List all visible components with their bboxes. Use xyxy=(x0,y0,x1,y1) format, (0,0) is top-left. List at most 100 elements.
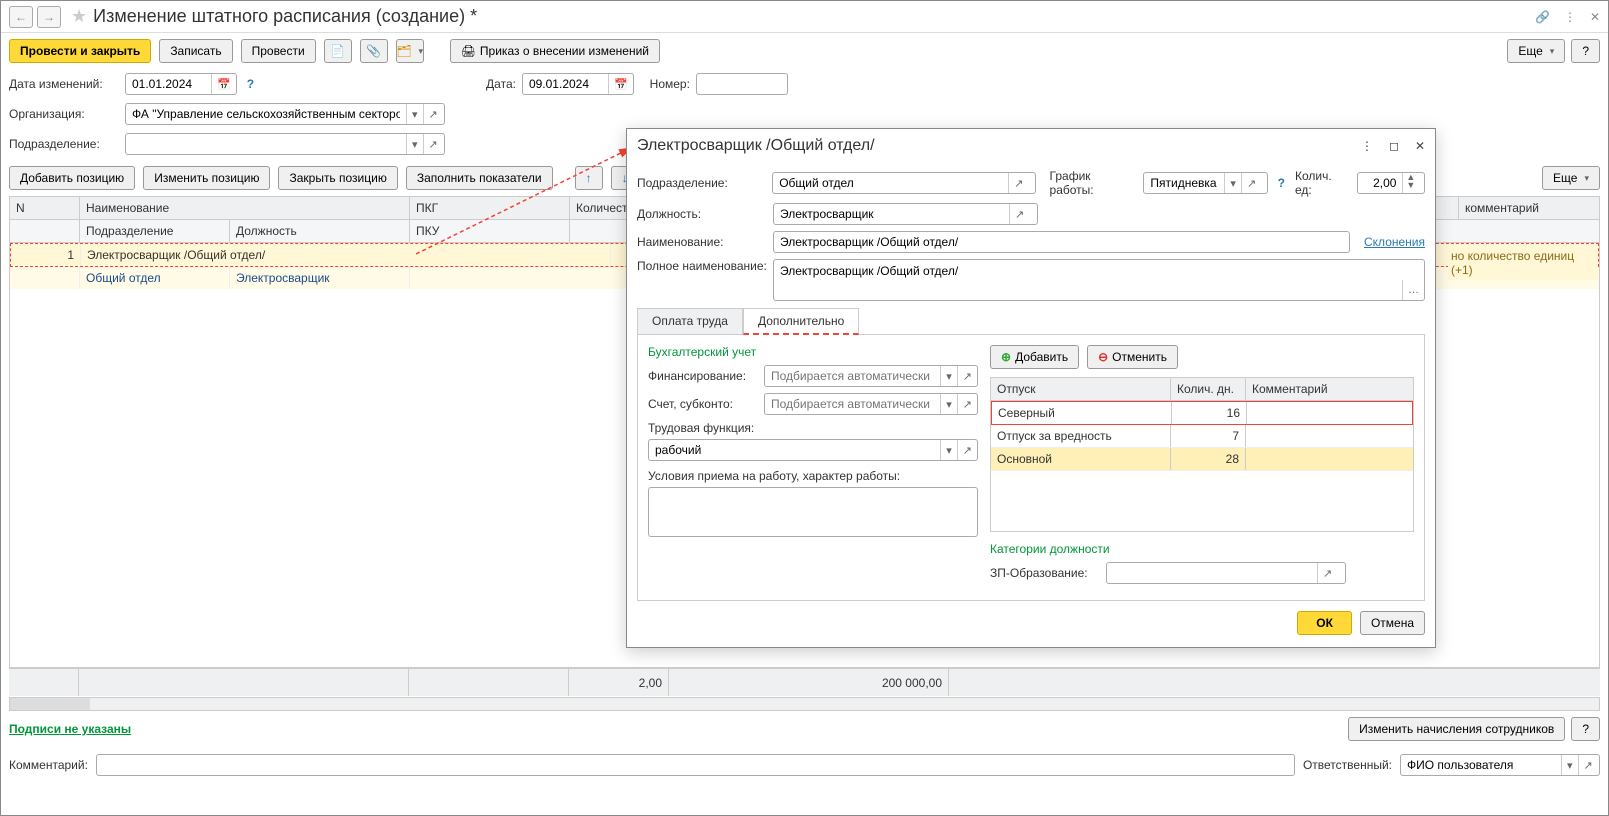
sub-position: Должность xyxy=(230,220,410,242)
open-icon[interactable]: ↗ xyxy=(423,134,443,154)
vac-add-button[interactable]: ⊕ Добавить xyxy=(990,345,1079,369)
maximize-icon[interactable]: ◻ xyxy=(1389,139,1399,153)
labor-func-input[interactable] xyxy=(649,441,940,459)
print-order-label: Приказ о внесении изменений xyxy=(480,44,649,58)
conditions-textarea[interactable] xyxy=(648,487,978,537)
help-button-bottom[interactable]: ? xyxy=(1571,717,1600,741)
date-input[interactable] xyxy=(523,75,608,93)
kebab-menu-icon[interactable]: ⋮ xyxy=(1564,10,1576,24)
date-changes-input[interactable] xyxy=(126,75,211,93)
kebab-icon[interactable]: ⋮ xyxy=(1361,139,1373,153)
col-comment: комментарий xyxy=(1459,197,1599,219)
org-input-wrap[interactable]: ▾ ↗ xyxy=(125,103,445,125)
dropdown-icon[interactable]: ▾ xyxy=(1561,755,1578,775)
finance-input[interactable] xyxy=(765,367,940,385)
move-up-button[interactable]: ↑ xyxy=(575,166,603,190)
zp-edu-label: ЗП-Образование: xyxy=(990,566,1100,580)
signatures-link[interactable]: Подписи не указаны xyxy=(9,722,131,736)
subdiv-input-wrap[interactable]: ▾ ↗ xyxy=(125,133,445,155)
add-position-button[interactable]: Добавить позицию xyxy=(9,166,135,190)
favorite-star-icon[interactable]: ★ xyxy=(71,6,87,27)
more-grid-label: Еще xyxy=(1553,171,1577,185)
dropdown-icon[interactable]: ▾ xyxy=(406,104,423,124)
table-row[interactable]: Северный 16 xyxy=(991,401,1413,425)
tab-extra[interactable]: Дополнительно xyxy=(743,308,859,335)
m-name-input[interactable] xyxy=(774,233,1349,251)
table-row[interactable]: Отпуск за вредность 7 xyxy=(991,425,1413,448)
help-icon[interactable]: ? xyxy=(1278,176,1285,190)
open-icon[interactable]: ↗ xyxy=(1009,204,1029,224)
more-button[interactable]: Еще ▾ xyxy=(1507,39,1565,63)
calendar-icon[interactable]: 📅 xyxy=(608,74,633,94)
cancel-button[interactable]: Отмена xyxy=(1360,611,1425,635)
m-fullname-input[interactable] xyxy=(774,260,1402,280)
subdiv-input[interactable] xyxy=(126,135,406,153)
declension-link[interactable]: Склонения xyxy=(1364,235,1425,249)
date-input-wrap[interactable]: 📅 xyxy=(522,73,634,95)
fill-indicators-button[interactable]: Заполнить показатели xyxy=(406,166,553,190)
ok-button[interactable]: ОК xyxy=(1297,611,1352,635)
ellipsis-icon[interactable]: … xyxy=(1402,280,1424,300)
open-icon[interactable]: ↗ xyxy=(1241,173,1261,193)
dropdown-icon[interactable]: ▾ xyxy=(1224,173,1241,193)
nav-back-button[interactable]: ← xyxy=(9,6,33,28)
post-and-close-button[interactable]: Провести и закрыть xyxy=(9,39,151,63)
more-label: Еще xyxy=(1518,44,1542,58)
open-icon[interactable]: ↗ xyxy=(423,104,443,124)
zp-edu-input[interactable] xyxy=(1107,564,1317,582)
table-row[interactable]: Основной 28 xyxy=(991,448,1413,471)
col-n: N xyxy=(10,197,80,219)
close-window-icon[interactable]: ✕ xyxy=(1590,10,1600,24)
post-button[interactable]: Провести xyxy=(241,39,316,63)
org-input[interactable] xyxy=(126,105,406,123)
m-position-input[interactable] xyxy=(774,205,1009,223)
responsible-input[interactable] xyxy=(1401,756,1561,774)
dropdown-icon[interactable]: ▾ xyxy=(940,366,957,386)
dropdown-icon[interactable]: ▾ xyxy=(406,134,423,154)
cell-position[interactable]: Электросварщик xyxy=(230,267,410,289)
cell-subdiv[interactable]: Общий отдел xyxy=(80,267,230,289)
open-icon[interactable]: ↗ xyxy=(957,394,977,414)
nav-forward-button[interactable]: → xyxy=(37,6,61,28)
folder-button[interactable]: 🗂▾ xyxy=(396,39,424,63)
open-icon[interactable]: ↗ xyxy=(957,366,977,386)
dropdown-icon[interactable]: ▾ xyxy=(940,394,957,414)
dropdown-icon[interactable]: ▾ xyxy=(940,440,957,460)
date-changes-input-wrap[interactable]: 📅 xyxy=(125,73,237,95)
help-icon[interactable]: ? xyxy=(247,77,254,91)
vac-cancel-button[interactable]: ⊖ Отменить xyxy=(1087,345,1178,369)
open-icon[interactable]: ↗ xyxy=(1008,173,1028,193)
tab-pay[interactable]: Оплата труда xyxy=(637,308,743,335)
save-button[interactable]: Записать xyxy=(159,39,232,63)
based-on-button[interactable]: 📄 xyxy=(324,39,352,63)
m-qty-input[interactable] xyxy=(1358,174,1402,192)
calendar-icon[interactable]: 📅 xyxy=(211,74,236,94)
pos-categories-title: Категории должности xyxy=(990,542,1414,556)
comment-input[interactable] xyxy=(97,756,1294,774)
print-order-button[interactable]: 🖨 Приказ о внесении изменений xyxy=(450,39,660,63)
vacation-table[interactable]: Отпуск Колич. дн. Комментарий Северный 1… xyxy=(990,377,1414,532)
modal-title: Электросварщик /Общий отдел/ xyxy=(637,137,1361,155)
m-subdiv-input[interactable] xyxy=(773,174,1008,192)
accounting-title: Бухгалтерский учет xyxy=(648,345,978,359)
horizontal-scrollbar[interactable] xyxy=(9,697,1600,711)
m-position-label: Должность: xyxy=(637,207,767,221)
close-position-button[interactable]: Закрыть позицию xyxy=(278,166,397,190)
link-icon[interactable]: 🔗 xyxy=(1535,10,1550,24)
sub-pku: ПКУ xyxy=(410,220,570,242)
change-accruals-button[interactable]: Изменить начисления сотрудников xyxy=(1348,717,1565,741)
open-icon[interactable]: ↗ xyxy=(1578,755,1598,775)
number-input[interactable] xyxy=(697,75,787,93)
more-grid-button[interactable]: Еще ▾ xyxy=(1542,166,1600,190)
cell-n: 1 xyxy=(11,244,81,266)
spinner-icon[interactable]: ▲▼ xyxy=(1402,173,1418,193)
vac-add-label: Добавить xyxy=(1015,350,1068,364)
open-icon[interactable]: ↗ xyxy=(957,440,977,460)
edit-position-button[interactable]: Изменить позицию xyxy=(143,166,270,190)
m-schedule-input[interactable] xyxy=(1144,174,1224,192)
help-button[interactable]: ? xyxy=(1571,39,1600,63)
close-icon[interactable]: ✕ xyxy=(1415,139,1425,153)
account-input[interactable] xyxy=(765,395,940,413)
attach-button[interactable]: 📎 xyxy=(360,39,388,63)
open-icon[interactable]: ↗ xyxy=(1317,563,1337,583)
